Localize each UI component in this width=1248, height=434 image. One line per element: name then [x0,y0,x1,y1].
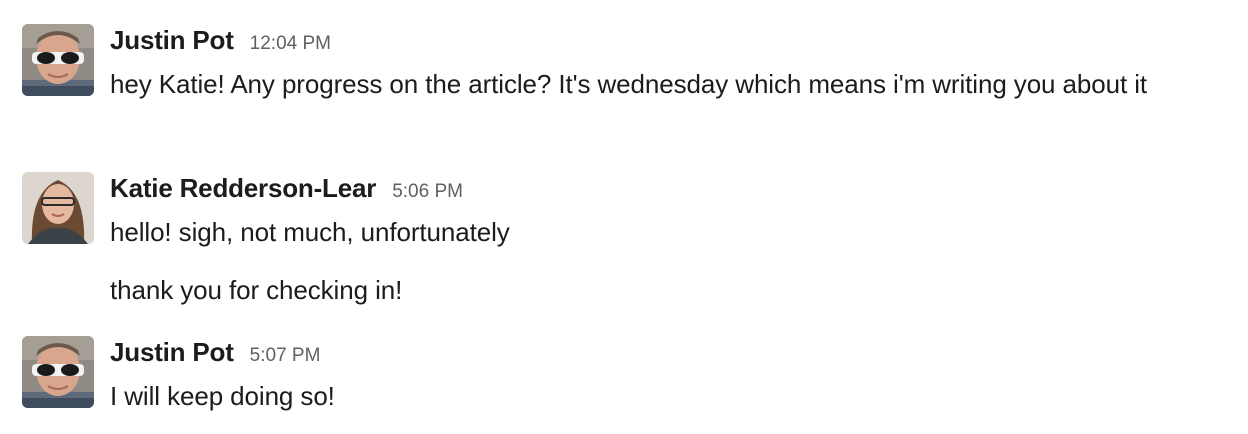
message-text: hello! sigh, not much, unfortunately [110,217,510,247]
sender-name[interactable]: Justin Pot [110,24,234,56]
message-timestamp[interactable]: 5:07 PM [250,340,321,372]
message-text: I will keep doing so! [110,381,335,411]
sender-name[interactable]: Katie Redderson-Lear [110,172,376,204]
avatar[interactable] [22,336,94,408]
avatar[interactable] [22,172,94,244]
avatar-katie-glasses-icon [22,172,94,244]
avatar-justin-sunglasses-icon [22,24,94,96]
avatar-justin-sunglasses-icon [22,336,94,408]
message-timestamp[interactable]: 5:06 PM [392,176,463,208]
message-timestamp[interactable]: 12:04 PM [250,28,331,60]
avatar[interactable] [22,24,94,96]
sender-name[interactable]: Justin Pot [110,336,234,368]
message-text: hey Katie! Any progress on the article? … [110,69,1148,99]
message-text: thank you for checking in! [110,275,403,305]
